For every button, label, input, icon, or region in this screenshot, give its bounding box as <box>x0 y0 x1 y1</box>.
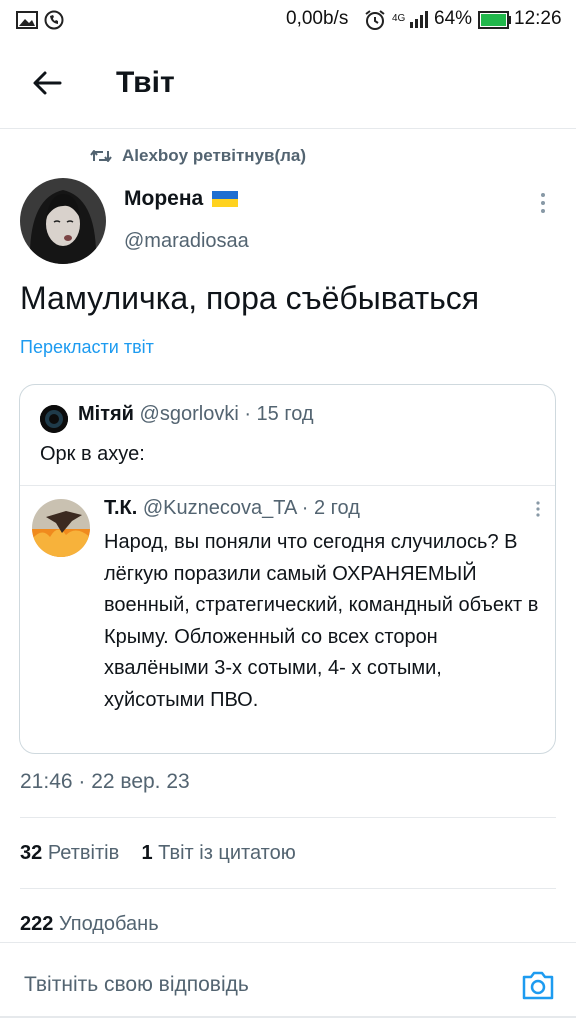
viber-icon <box>44 10 64 30</box>
inner-author-name: Т.К. <box>104 497 138 519</box>
avatar-image <box>20 178 106 264</box>
inner-author-avatar <box>32 499 90 557</box>
inner-header: Т.К. @Kuznecova_TA · 2 год <box>104 497 360 520</box>
author-handle[interactable]: @maradiosaa <box>124 230 249 253</box>
tweet-timestamp: 21:46 · 22 вер. 23 <box>20 770 190 793</box>
quote-header: Мітяй @sgorlovki · 15 год <box>78 403 314 426</box>
retweets-count: 32 <box>20 842 43 864</box>
bottom-divider <box>0 1016 576 1018</box>
camera-icon[interactable] <box>521 968 555 1002</box>
retweet-indicator[interactable]: Alexboy ретвітнув(ла) <box>90 146 306 166</box>
author-name[interactable]: Морена <box>124 187 239 211</box>
quote-author-avatar <box>40 405 68 433</box>
battery-icon <box>478 11 511 29</box>
quoted-tweet-card[interactable]: Мітяй @sgorlovki · 15 год Орк в ахуе: Т.… <box>19 384 556 754</box>
retweets-stat[interactable]: 32 Ретвітів <box>20 842 119 864</box>
image-icon <box>16 11 38 29</box>
translate-link[interactable]: Перекласти твіт <box>20 337 154 358</box>
quotes-count: 1 <box>141 842 153 864</box>
quote-time: · 15 год <box>244 403 314 425</box>
more-options-icon[interactable] <box>533 190 553 216</box>
author-avatar[interactable] <box>20 178 106 264</box>
divider <box>20 888 556 889</box>
divider <box>20 817 556 818</box>
quote-avatar-image <box>40 405 68 433</box>
inner-tweet-text: Народ, вы поняли что сегодня случилось? … <box>104 531 539 711</box>
inner-avatar-image <box>32 499 90 557</box>
reply-input[interactable]: Твітніть свою відповідь <box>24 973 249 997</box>
quote-author-name: Мітяй <box>78 403 134 425</box>
retweet-icon <box>90 150 112 162</box>
quote-text: Орк в ахуе: <box>40 443 145 465</box>
likes-label: Уподобань <box>58 913 159 935</box>
quote-author-handle: @sgorlovki <box>139 403 239 425</box>
retweet-stats: 32 Ретвітів 1 Твіт із цитатою <box>20 842 296 865</box>
retweet-text: Alexboy ретвітнув(ла) <box>122 146 307 165</box>
battery-percent: 64% <box>434 8 473 29</box>
likes-stat[interactable]: 222 Уподобань <box>20 913 159 936</box>
back-arrow-icon[interactable] <box>30 66 64 100</box>
quotes-label: Твіт із цитатою <box>158 842 296 864</box>
inner-time: · 2 год <box>301 497 360 519</box>
network-type: 4G <box>392 13 406 24</box>
inner-more-options-icon <box>536 501 540 517</box>
inner-author-handle: @Kuznecova_TA <box>142 497 297 519</box>
tweet-text: Мамуличка, пора съёбываться <box>20 280 480 316</box>
author-name-text: Морена <box>124 187 204 210</box>
page-title: Твіт <box>116 66 175 99</box>
quotes-stat[interactable]: 1 Твіт із цитатою <box>141 842 295 864</box>
clock: 12:26 <box>514 8 562 29</box>
likes-count: 222 <box>20 913 54 935</box>
status-bar: 0,00b/s 4G 64% 12:26 <box>0 0 576 40</box>
network-speed: 0,00b/s <box>286 8 349 29</box>
signal-icon <box>410 11 428 28</box>
ukraine-flag-icon <box>212 191 239 207</box>
retweets-label: Ретвітів <box>47 842 120 864</box>
app-header: Твіт <box>0 42 576 129</box>
divider <box>0 942 576 943</box>
alarm-icon <box>365 10 385 30</box>
divider <box>20 485 555 486</box>
